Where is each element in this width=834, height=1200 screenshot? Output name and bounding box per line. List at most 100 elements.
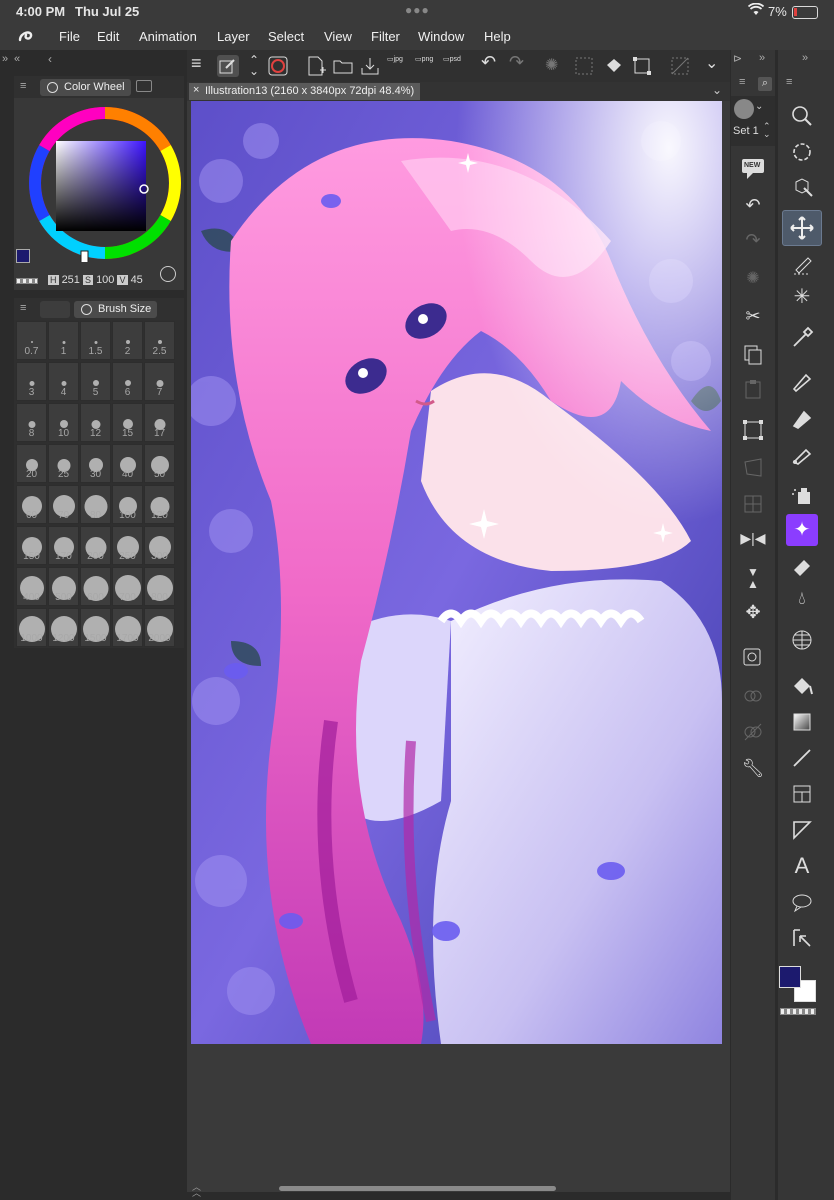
save-icon[interactable] [359, 55, 381, 77]
brush-size-preset[interactable]: 3 [16, 362, 47, 401]
export-png-icon[interactable]: ▭png [415, 55, 437, 77]
gradient-icon[interactable] [786, 706, 818, 738]
expand-dock-icon[interactable]: » [759, 52, 765, 64]
brush-size-preset[interactable]: 30 [80, 444, 111, 483]
deselect-icon[interactable] [669, 55, 691, 77]
fill-icon[interactable] [603, 55, 625, 77]
brush-size-preset[interactable]: 1000 [16, 608, 47, 647]
brush-size-preset[interactable]: 25 [48, 444, 79, 483]
menu-filter[interactable]: Filter [371, 29, 400, 44]
fill-bucket-icon[interactable] [786, 670, 818, 702]
line-icon[interactable] [786, 742, 818, 774]
brush-size-preset[interactable]: 40 [112, 444, 143, 483]
export-jpg-icon[interactable]: ▭jpg [387, 55, 409, 77]
tab-tool-property[interactable] [40, 301, 70, 318]
brush-size-preset[interactable]: 1 [48, 321, 79, 360]
rotate-icon[interactable] [786, 136, 818, 168]
panel-menu-icon[interactable]: ≡ [786, 76, 792, 88]
brush-size-preset[interactable]: 200 [80, 526, 111, 565]
menu-animation[interactable]: Animation [139, 29, 197, 44]
object-select-icon[interactable] [786, 172, 818, 204]
frame-border-icon[interactable] [786, 778, 818, 810]
color-slider-tab-icon[interactable] [136, 80, 152, 92]
brush-size-preset[interactable]: 60 [16, 485, 47, 524]
decoration-icon[interactable]: ✦ [786, 514, 818, 546]
brush-size-preset[interactable]: 10 [48, 403, 79, 442]
collapse-left-dock-icon[interactable]: » [2, 53, 8, 65]
undo-icon[interactable]: ↶ [739, 195, 767, 223]
brush-size-preset[interactable]: 400 [16, 567, 47, 606]
transparent-color-swatch[interactable] [16, 278, 38, 284]
unlink-icon[interactable] [739, 718, 767, 746]
brush-size-preset[interactable]: 250 [112, 526, 143, 565]
clip-studio-logo-icon[interactable] [16, 26, 36, 46]
brush-size-preset[interactable]: 1.5 [80, 321, 111, 360]
brush-size-preset[interactable]: 100 [112, 485, 143, 524]
brush-size-preset[interactable]: 15 [112, 403, 143, 442]
brush-size-preset[interactable]: 70 [48, 485, 79, 524]
export-psd-icon[interactable]: ▭psd [443, 55, 465, 77]
brush-size-preset[interactable]: 50 [144, 444, 175, 483]
ruler-icon[interactable] [786, 814, 818, 846]
brush-size-preset[interactable]: 2000 [144, 608, 175, 647]
brush-size-preset[interactable]: 6 [112, 362, 143, 401]
brush-size-preset[interactable]: 5 [80, 362, 111, 401]
open-folder-icon[interactable] [332, 55, 354, 77]
redo-icon[interactable]: ↷ [509, 52, 531, 74]
brush-size-preset[interactable]: 1200 [48, 608, 79, 647]
menu-file[interactable]: File [59, 29, 80, 44]
zoom-icon[interactable] [786, 100, 818, 132]
set-stepper-icon[interactable]: ⌃ ⌄ [763, 122, 771, 139]
tab-brush-size[interactable]: Brush Size [74, 301, 158, 318]
clear-outside-selection-icon[interactable] [573, 55, 595, 77]
magic-wand-icon[interactable]: ✳ [786, 284, 818, 316]
brush-size-preset[interactable]: 2 [112, 321, 143, 360]
wrench-settings-icon[interactable]: 🔧︎ [739, 758, 767, 786]
menu-layer[interactable]: Layer [217, 29, 250, 44]
hamburger-menu-icon[interactable]: ≡ [191, 53, 213, 75]
move-tool-icon[interactable] [782, 210, 822, 246]
free-transform-icon[interactable] [739, 454, 767, 482]
paste-icon[interactable] [739, 376, 767, 404]
transform-icon[interactable] [631, 55, 653, 77]
pencil-icon[interactable] [786, 402, 818, 434]
brush-size-preset[interactable]: 1700 [112, 608, 143, 647]
home-indicator[interactable] [279, 1186, 556, 1191]
hue-picker-handle[interactable] [80, 250, 89, 262]
expand-left-dock-icon[interactable]: « [14, 53, 20, 65]
brush-size-preset[interactable]: 12 [80, 403, 111, 442]
tab-list-chevron-icon[interactable]: ⌄ [712, 83, 722, 97]
color-history-icon[interactable] [160, 266, 176, 282]
brush-size-preset[interactable]: 300 [144, 526, 175, 565]
brush-size-preset[interactable]: 2.5 [144, 321, 175, 360]
panel-menu-icon[interactable]: ≡ [20, 302, 26, 314]
menu-help[interactable]: Help [484, 29, 511, 44]
brush-size-preset[interactable]: 20 [16, 444, 47, 483]
sub-tool-group[interactable]: ⌄ Set 1 ⌃ ⌄ [731, 96, 775, 146]
eyedropper-icon[interactable] [786, 322, 818, 354]
panel-menu-icon[interactable]: ≡ [20, 80, 26, 92]
link-icon[interactable] [739, 682, 767, 710]
brush-size-preset[interactable]: 800 [144, 567, 175, 606]
tab-color-wheel[interactable]: Color Wheel [40, 79, 131, 96]
copy-icon[interactable] [739, 342, 767, 370]
reference-layer-icon[interactable] [739, 644, 767, 672]
record-icon[interactable] [267, 55, 289, 77]
brush-size-preset[interactable]: 120 [144, 485, 175, 524]
cut-icon[interactable]: ✂ [739, 306, 767, 334]
menu-edit[interactable]: Edit [97, 29, 119, 44]
brush-size-preset[interactable]: 170 [48, 526, 79, 565]
new-file-icon[interactable] [305, 55, 327, 77]
brush-size-preset[interactable]: 80 [80, 485, 111, 524]
correct-line-icon[interactable] [786, 922, 818, 954]
move-layer-icon[interactable]: ✥ [739, 602, 767, 630]
blend-icon[interactable]: 💧︎ [786, 588, 818, 620]
brush-size-preset[interactable]: 0.7 [16, 321, 47, 360]
balloon-icon[interactable] [786, 886, 818, 918]
multitask-dots-icon[interactable]: ●●● [405, 3, 430, 17]
menu-window[interactable]: Window [418, 29, 464, 44]
modify-icon[interactable] [217, 55, 239, 77]
brush-size-preset[interactable]: 700 [112, 567, 143, 606]
left-dock-arrow-icon[interactable]: ‹ [48, 52, 52, 66]
clear-icon[interactable]: ✺ [739, 268, 767, 296]
